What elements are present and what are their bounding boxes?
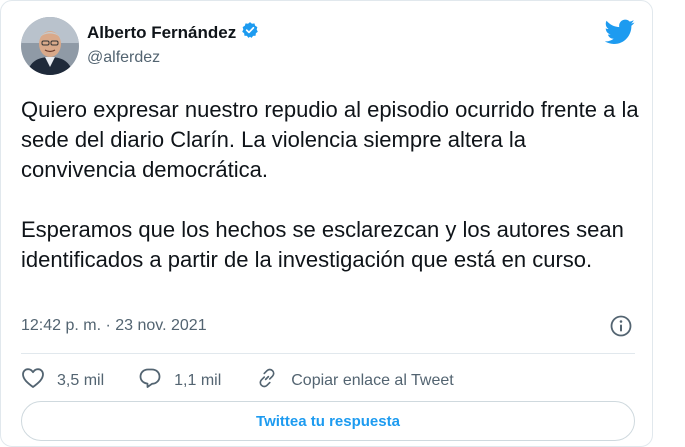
tweet-card: Alberto Fernández @alferdez Quiero expre… (0, 0, 653, 447)
reply-count: 1,1 mil (174, 371, 222, 389)
heart-icon (21, 367, 45, 394)
tweet-timestamp[interactable]: 12:42 p. m. · 23 nov. 2021 (21, 317, 207, 335)
like-action[interactable]: 3,5 mil (21, 367, 104, 394)
verified-badge-icon (241, 21, 259, 44)
reply-icon (138, 367, 162, 394)
action-bar: 3,5 mil 1,1 mil Copiar enlace al Tweet (21, 367, 454, 394)
copy-link-label: Copiar enlace al Tweet (291, 371, 454, 389)
copy-link-action[interactable]: Copiar enlace al Tweet (255, 367, 454, 394)
tweet-paragraph: Esperamos que los hechos se esclarezcan … (21, 217, 624, 272)
info-icon[interactable] (609, 314, 633, 343)
reply-button[interactable]: Twittea tu respuesta (21, 401, 635, 441)
divider (21, 353, 635, 354)
tweet-text: Quiero expresar nuestro repudio al episo… (21, 95, 641, 275)
reply-action[interactable]: 1,1 mil (138, 367, 221, 394)
author-name-row[interactable]: Alberto Fernández (87, 21, 259, 44)
twitter-bird-icon[interactable] (604, 19, 635, 50)
avatar[interactable] (21, 17, 79, 75)
author-handle[interactable]: @alferdez (87, 49, 160, 67)
like-count: 3,5 mil (57, 371, 105, 389)
link-icon (255, 367, 279, 394)
author-name[interactable]: Alberto Fernández (87, 23, 236, 43)
tweet-paragraph: Quiero expresar nuestro repudio al episo… (21, 97, 639, 182)
